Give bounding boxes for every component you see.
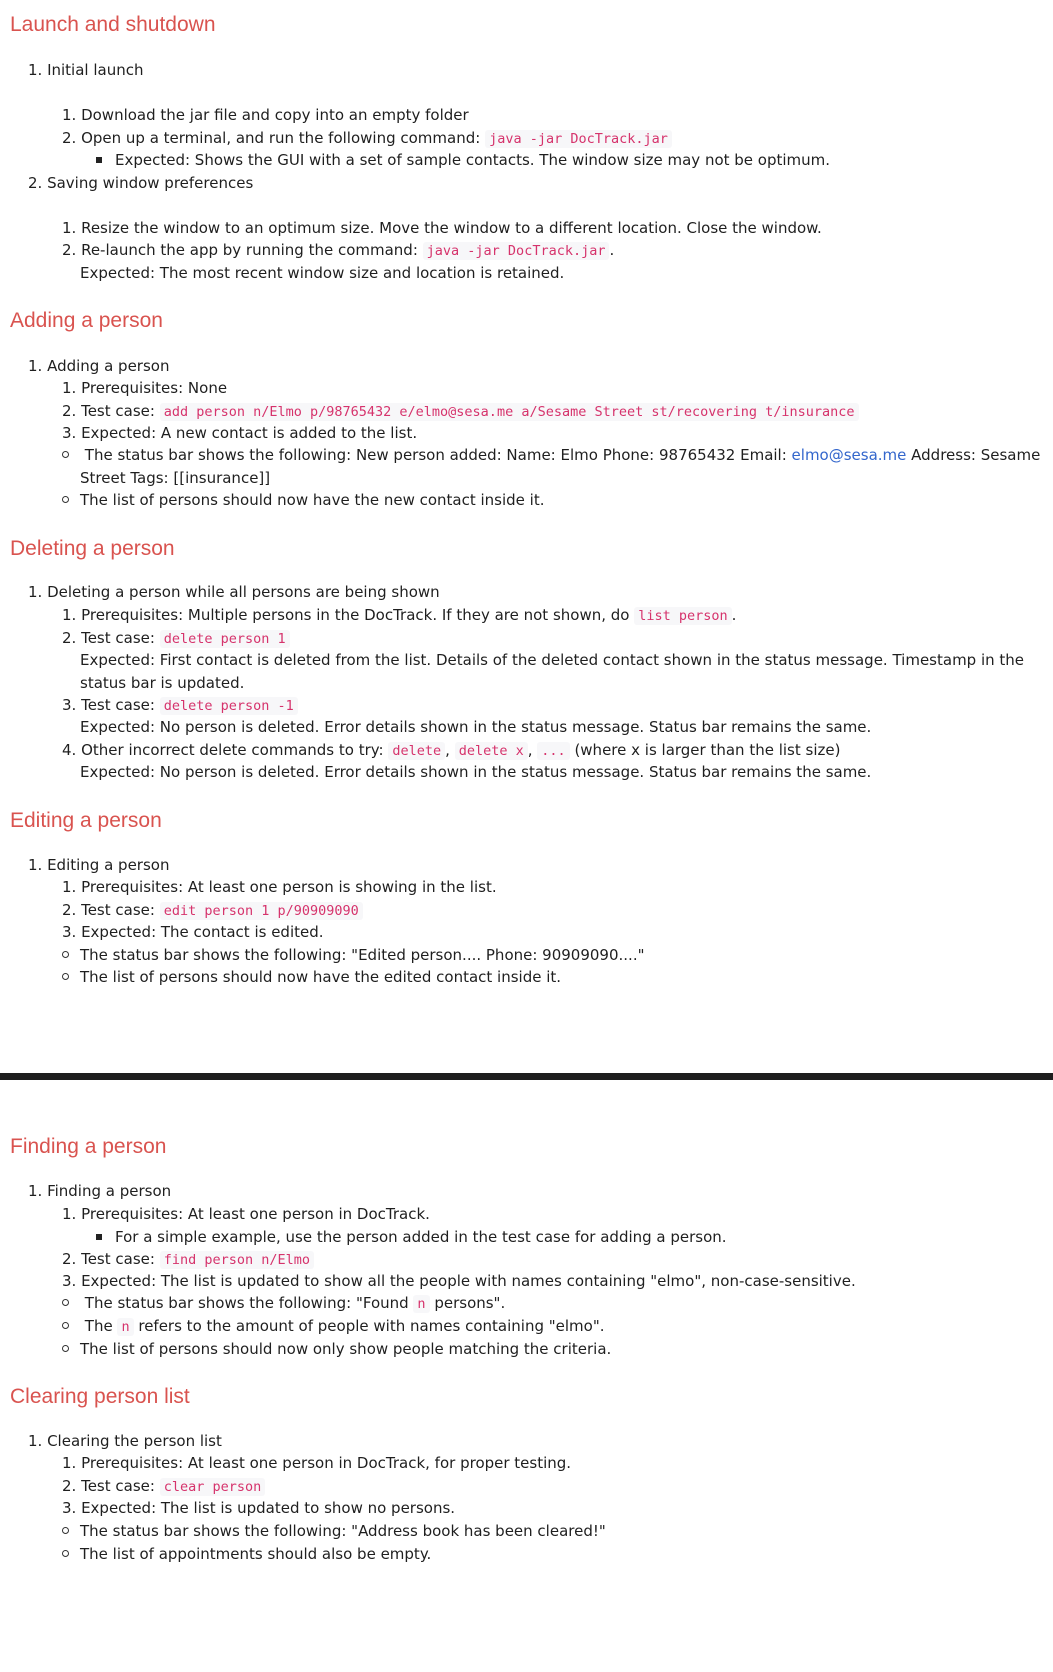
code-command: ...	[537, 742, 570, 760]
expected-text: Expected: The most recent window size an…	[80, 264, 565, 282]
bullet-text: The list of persons should now only show…	[80, 1340, 612, 1358]
bullet-text-end: persons".	[429, 1294, 506, 1312]
code-command: java -jar DocTrack.jar	[422, 242, 610, 260]
list-item-other-commands: 4. Other incorrect delete commands to tr…	[62, 739, 840, 762]
separator: ,	[527, 741, 538, 759]
list-item-simple-example: For a simple example, use the person add…	[96, 1226, 727, 1248]
list-item-resize-window: 1. Resize the window to an optimum size.…	[62, 219, 822, 237]
code-command: delete person 1	[159, 630, 290, 648]
list-item-test-case: 2. Test case: edit person 1 p/90909090	[62, 899, 363, 922]
list-item-clearing-person-list: 1. Clearing the person list	[28, 1432, 222, 1450]
list-item-prerequisites: 1. Prerequisites: At least one person in…	[62, 1205, 430, 1223]
list-item-test-case-2: 3. Test case: delete person -1	[62, 694, 298, 717]
step-text: 2. Open up a terminal, and run the follo…	[62, 129, 486, 147]
heading-finding-a-person: Finding a person	[10, 1135, 167, 1158]
list-item-prerequisites: 1. Prerequisites: None	[62, 379, 228, 397]
list-item-prerequisites: 1. Prerequisites: At least one person in…	[62, 1454, 572, 1472]
step-text: 1. Prerequisites: Multiple persons in th…	[62, 606, 635, 624]
list-item-finding-a-person: 1. Finding a person	[28, 1182, 172, 1200]
step-text: 2. Test case:	[62, 901, 160, 919]
list-item-relaunch: 2. Re-launch the app by running the comm…	[62, 239, 614, 262]
code-inline: n	[413, 1295, 430, 1313]
list-item-status-bar: The status bar shows the following: New …	[62, 444, 1041, 466]
bullet-text: The status bar shows the following: New …	[84, 446, 792, 464]
code-command: clear person	[159, 1478, 266, 1496]
bullet-text: Expected: Shows the GUI with a set of sa…	[115, 151, 831, 169]
heading-clearing-person-list: Clearing person list	[10, 1385, 190, 1408]
list-item-download-jar: 1. Download the jar file and copy into a…	[62, 106, 469, 124]
step-text: 4. Other incorrect delete commands to tr…	[62, 741, 389, 759]
bullet-continuation: Street Tags: [[insurance]]	[80, 469, 271, 487]
code-command: list person	[634, 607, 732, 625]
bullet-text: The status bar shows the following: "Fou…	[84, 1294, 414, 1312]
list-item-status-bar: The status bar shows the following: "Fou…	[62, 1292, 505, 1315]
list-item-initial-launch: 1. Initial launch	[28, 61, 144, 79]
bullet-text: The list of persons should now have the …	[80, 491, 545, 509]
list-item-test-case: 2. Test case: find person n/Elmo	[62, 1248, 315, 1271]
step-text: 3. Test case:	[62, 696, 160, 714]
list-item-list-filtered: The list of persons should now only show…	[62, 1338, 611, 1360]
step-text-end: .	[731, 606, 737, 624]
heading-deleting-a-person: Deleting a person	[10, 537, 175, 560]
step-text-end: (where x is larger than the list size)	[569, 741, 841, 759]
document-page: Launch and shutdown 1. Initial launch 1.…	[0, 0, 1053, 1672]
list-item-test-case: 2. Test case: clear person	[62, 1475, 266, 1498]
expected-text: Expected: No person is deleted. Error de…	[80, 763, 872, 781]
bullet-text: The list of persons should now have the …	[80, 968, 562, 986]
list-item-expected: 3. Expected: A new contact is added to t…	[62, 424, 418, 442]
list-item-test-case-1: 2. Test case: delete person 1	[62, 627, 290, 650]
step-text: 2. Re-launch the app by running the comm…	[62, 241, 423, 259]
code-command: delete	[388, 742, 446, 760]
heading-editing-a-person: Editing a person	[10, 809, 162, 832]
bullet-text: The list of appointments should also be …	[80, 1545, 432, 1563]
heading-launch-and-shutdown: Launch and shutdown	[10, 13, 216, 36]
bullet-text-end: Address: Sesame	[906, 446, 1041, 464]
list-item-test-case: 2. Test case: add person n/Elmo p/987654…	[62, 400, 859, 423]
list-item-prerequisites: 1. Prerequisites: At least one person is…	[62, 878, 497, 896]
list-item-status-bar: The status bar shows the following: "Edi…	[62, 944, 645, 966]
code-inline: n	[117, 1318, 134, 1336]
step-text-end: .	[609, 241, 615, 259]
list-item-editing-a-person: 1. Editing a person	[28, 856, 170, 874]
list-item-saving-window-preferences: 2. Saving window preferences	[28, 174, 254, 192]
code-command: edit person 1 p/90909090	[159, 902, 363, 920]
step-text: 2. Test case:	[62, 1250, 160, 1268]
list-item-expected: 3. Expected: The list is updated to show…	[62, 1499, 456, 1517]
list-item-expected: 3. Expected: The list is updated to show…	[62, 1272, 856, 1290]
bullet-text: For a simple example, use the person add…	[115, 1228, 727, 1246]
list-item-list-updated: The list of persons should now have the …	[62, 489, 545, 511]
list-item-expected: 3. Expected: The contact is edited.	[62, 923, 324, 941]
list-item-open-terminal: 2. Open up a terminal, and run the follo…	[62, 127, 672, 150]
bullet-text: The	[84, 1317, 118, 1335]
bullet-text: The status bar shows the following: "Add…	[80, 1522, 606, 1540]
code-command: find person n/Elmo	[159, 1251, 315, 1269]
step-text: 2. Test case:	[62, 1477, 160, 1495]
list-item-status-bar: The status bar shows the following: "Add…	[62, 1520, 606, 1542]
bullet-text: The status bar shows the following: "Edi…	[80, 946, 645, 964]
list-item-n-refers: The n refers to the amount of people wit…	[62, 1315, 605, 1338]
bullet-text-end: refers to the amount of people with name…	[133, 1317, 605, 1335]
list-item-appointments-empty: The list of appointments should also be …	[62, 1543, 431, 1565]
email-link[interactable]: elmo@sesa.me	[792, 446, 907, 464]
step-text: 2. Test case:	[62, 629, 160, 647]
list-item-prerequisites: 1. Prerequisites: Multiple persons in th…	[62, 604, 736, 627]
separator: ,	[445, 741, 455, 759]
heading-adding-a-person: Adding a person	[10, 309, 163, 332]
expected-text: Expected: No person is deleted. Error de…	[80, 718, 872, 736]
code-command: delete person -1	[159, 697, 298, 715]
expected-text: Expected: First contact is deleted from …	[80, 651, 1025, 669]
list-item-adding-a-person: 1. Adding a person	[28, 357, 170, 375]
code-command: add person n/Elmo p/98765432 e/elmo@sesa…	[159, 403, 859, 421]
list-item-expected-gui: Expected: Shows the GUI with a set of sa…	[96, 149, 830, 171]
list-item-list-updated: The list of persons should now have the …	[62, 966, 561, 988]
step-text: 2. Test case:	[62, 402, 160, 420]
code-command: java -jar DocTrack.jar	[485, 130, 672, 148]
expected-text-cont: status bar is updated.	[80, 674, 245, 692]
code-command: delete x	[454, 742, 528, 760]
list-item-deleting-person: 1. Deleting a person while all persons a…	[28, 583, 440, 601]
page-divider	[0, 1073, 1053, 1080]
